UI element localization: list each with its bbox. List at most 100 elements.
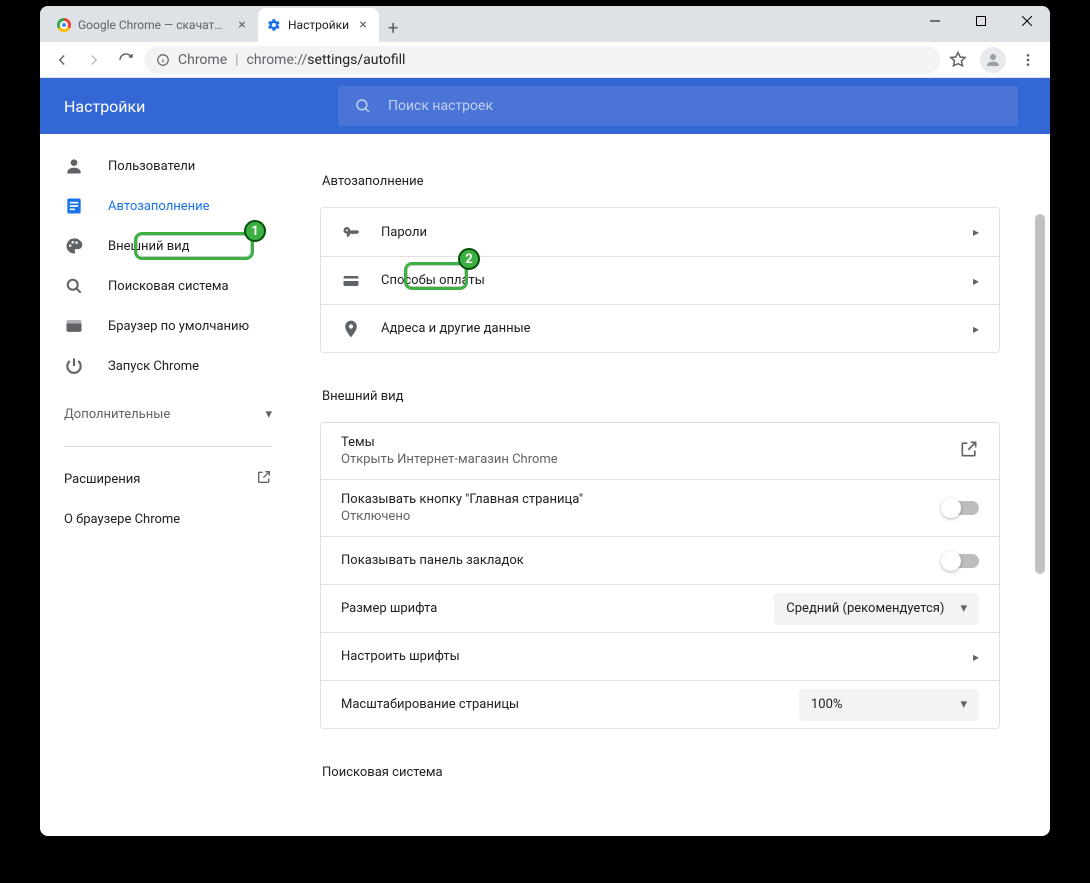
maximize-button[interactable]	[958, 6, 1004, 36]
forward-button[interactable]	[80, 46, 108, 74]
sidebar-extensions[interactable]: Расширения	[40, 459, 296, 499]
sidebar-item-search[interactable]: Поисковая система	[40, 266, 296, 306]
sidebar-item-label: Запуск Chrome	[108, 359, 199, 374]
omnibox[interactable]: Chrome | chrome://settings/autofill	[144, 46, 940, 74]
new-tab-button[interactable]: +	[379, 14, 407, 42]
bookmarks-bar-row[interactable]: Показывать панель закладок	[321, 536, 999, 584]
chevron-right-icon: ▸	[973, 274, 979, 288]
row-sublabel: Открыть Интернет-магазин Chrome	[341, 452, 939, 467]
form-icon	[64, 196, 84, 216]
settings-favicon	[266, 17, 282, 33]
row-sublabel: Отключено	[341, 509, 923, 524]
launch-icon	[256, 469, 272, 489]
sidebar-item-label: Поисковая система	[108, 279, 229, 294]
font-size-select[interactable]: Средний (рекомендуется) ▾	[774, 593, 979, 625]
sidebar-item-label: Автозаполнение	[108, 199, 210, 214]
sidebar-item-label: Дополнительные	[64, 407, 170, 422]
row-label: Темы	[341, 435, 939, 450]
search-placeholder: Поиск настроек	[388, 98, 493, 114]
search-icon	[354, 97, 372, 115]
sidebar-item-startup[interactable]: Запуск Chrome	[40, 346, 296, 386]
person-icon	[64, 156, 84, 176]
minimize-button[interactable]	[912, 6, 958, 36]
tab-title: Google Chrome — скачать бесп	[78, 18, 228, 32]
bookmark-star-icon[interactable]	[944, 46, 972, 74]
row-label: Пароли	[381, 225, 953, 240]
sidebar-item-label: Расширения	[64, 472, 140, 487]
place-icon	[341, 319, 361, 339]
close-tab-icon[interactable]: ×	[355, 17, 371, 33]
section-title-autofill: Автозаполнение	[322, 174, 1042, 189]
themes-row[interactable]: Темы Открыть Интернет-магазин Chrome	[321, 423, 999, 479]
row-label: Показывать кнопку "Главная страница"	[341, 492, 923, 507]
chevron-right-icon: ▸	[973, 650, 979, 664]
close-tab-icon[interactable]: ×	[234, 17, 250, 33]
home-button-row[interactable]: Показывать кнопку "Главная страница" Отк…	[321, 479, 999, 536]
url-path: settings/autofill	[307, 52, 405, 68]
section-title-search-engine: Поисковая система	[322, 765, 1042, 780]
window-controls	[912, 6, 1050, 36]
card-icon	[341, 271, 361, 291]
chevron-down-icon: ▾	[265, 407, 272, 422]
sidebar-item-label: Браузер по умолчанию	[108, 319, 249, 334]
tab-settings[interactable]: Настройки ×	[258, 8, 379, 42]
app-window: Google Chrome — скачать бесп × Настройки…	[40, 6, 1050, 836]
back-button[interactable]	[48, 46, 76, 74]
row-label: Настроить шрифты	[341, 649, 953, 664]
tab-chrome-download[interactable]: Google Chrome — скачать бесп ×	[48, 8, 258, 42]
home-button-toggle[interactable]	[943, 501, 979, 515]
url-scheme: Chrome	[178, 52, 227, 68]
select-value: 100%	[811, 697, 842, 712]
appearance-card: Темы Открыть Интернет-магазин Chrome Пок…	[320, 422, 1000, 729]
browser-icon	[64, 316, 84, 336]
launch-icon	[959, 439, 979, 463]
settings-header: Настройки Поиск настроек	[40, 78, 1050, 134]
sidebar-item-default-browser[interactable]: Браузер по умолчанию	[40, 306, 296, 346]
autofill-addresses[interactable]: Адреса и другие данные ▸	[321, 304, 999, 352]
autofill-payments[interactable]: Способы оплаты ▸	[321, 256, 999, 304]
font-size-row: Размер шрифта Средний (рекомендуется) ▾	[321, 584, 999, 632]
sidebar-item-label: Пользователи	[108, 159, 195, 174]
settings-search[interactable]: Поиск настроек	[338, 86, 1018, 126]
chevron-down-icon: ▾	[960, 697, 967, 712]
scrollbar[interactable]	[1032, 134, 1048, 836]
reload-button[interactable]	[112, 46, 140, 74]
page-zoom-select[interactable]: 100% ▾	[799, 689, 979, 721]
profile-avatar[interactable]	[980, 47, 1006, 73]
chrome-favicon	[56, 17, 72, 33]
tutorial-badge-2: 2	[458, 248, 480, 270]
autofill-card: Пароли ▸ Способы оплаты ▸ Адреса и други…	[320, 207, 1000, 353]
select-value: Средний (рекомендуется)	[786, 601, 944, 616]
row-label: Адреса и другие данные	[381, 321, 953, 336]
divider	[64, 446, 272, 447]
sidebar-advanced[interactable]: Дополнительные ▾	[40, 394, 296, 434]
tutorial-badge-1: 1	[244, 220, 266, 242]
chrome-menu-button[interactable]	[1014, 46, 1042, 74]
chevron-down-icon: ▾	[960, 601, 967, 616]
customize-fonts-row[interactable]: Настроить шрифты ▸	[321, 632, 999, 680]
settings-body: Пользователи Автозаполнение Внешний вид …	[40, 134, 1050, 836]
sidebar-about[interactable]: О браузере Chrome	[40, 499, 296, 539]
power-icon	[64, 356, 84, 376]
row-label: Способы оплаты	[381, 273, 953, 288]
search-icon	[64, 276, 84, 296]
chevron-right-icon: ▸	[973, 322, 979, 336]
palette-icon	[64, 236, 84, 256]
row-label: Масштабирование страницы	[341, 697, 779, 712]
sidebar-item-users[interactable]: Пользователи	[40, 146, 296, 186]
scrollbar-thumb[interactable]	[1035, 214, 1045, 574]
url-prefix: chrome://	[247, 52, 308, 68]
section-title-appearance: Внешний вид	[322, 389, 1042, 404]
address-bar: Chrome | chrome://settings/autofill	[40, 42, 1050, 78]
bookmarks-bar-toggle[interactable]	[943, 554, 979, 568]
close-window-button[interactable]	[1004, 6, 1050, 36]
sidebar-item-label: Внешний вид	[108, 239, 190, 254]
tab-strip: Google Chrome — скачать бесп × Настройки…	[40, 6, 1050, 42]
tab-title: Настройки	[288, 18, 349, 32]
site-info-icon	[156, 53, 170, 67]
page-zoom-row: Масштабирование страницы 100% ▾	[321, 680, 999, 728]
autofill-passwords[interactable]: Пароли ▸	[321, 208, 999, 256]
sidebar-item-label: О браузере Chrome	[64, 512, 180, 527]
row-label: Размер шрифта	[341, 601, 754, 616]
page-title: Настройки	[64, 97, 314, 116]
